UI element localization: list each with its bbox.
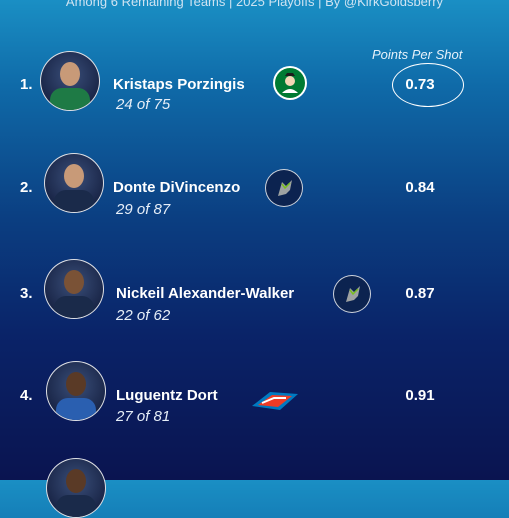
header-subtitle: Among 6 Remaining Teams | 2025 Playoffs … xyxy=(65,0,444,9)
avatar xyxy=(46,361,106,421)
player-name: Luguentz Dort xyxy=(116,387,218,404)
player-name: Nickeil Alexander-Walker xyxy=(116,285,295,302)
rank-number: 3. xyxy=(20,285,33,302)
list-item: 3. Nickeil Alexander-Walker 22 of 62 0.8… xyxy=(0,254,509,334)
points-per-shot-value: 0.91 xyxy=(405,387,435,404)
avatar xyxy=(44,153,104,213)
shot-stat: 29 of 87 xyxy=(116,201,171,218)
rank-number: 2. xyxy=(20,179,33,196)
timberwolves-logo-icon xyxy=(265,169,303,207)
points-per-shot-value: 0.73 xyxy=(405,76,435,93)
player-name: Donte DiVincenzo xyxy=(113,179,241,196)
avatar xyxy=(46,458,106,518)
list-item: 2. Donte DiVincenzo 29 of 87 0.84 xyxy=(0,148,509,228)
rank-number: 1. xyxy=(20,76,33,93)
shot-stat: 24 of 75 xyxy=(116,96,171,113)
points-per-shot-value: 0.84 xyxy=(405,179,435,196)
shot-stat: 22 of 62 xyxy=(116,307,171,324)
avatar xyxy=(40,51,100,111)
points-per-shot-value: 0.87 xyxy=(405,285,435,302)
list-item: 4. Luguentz Dort 27 of 81 0.91 xyxy=(0,358,509,438)
shot-stat: 27 of 81 xyxy=(116,408,171,425)
list-item: 1. Kristaps Porzingis 24 of 75 0.73 xyxy=(0,43,509,123)
timberwolves-logo-icon xyxy=(333,275,371,313)
player-name: Kristaps Porzingis xyxy=(113,76,245,93)
avatar xyxy=(44,259,104,319)
rank-number: 4. xyxy=(20,387,33,404)
thunder-logo-icon xyxy=(252,392,298,410)
celtics-logo-icon xyxy=(273,66,307,100)
